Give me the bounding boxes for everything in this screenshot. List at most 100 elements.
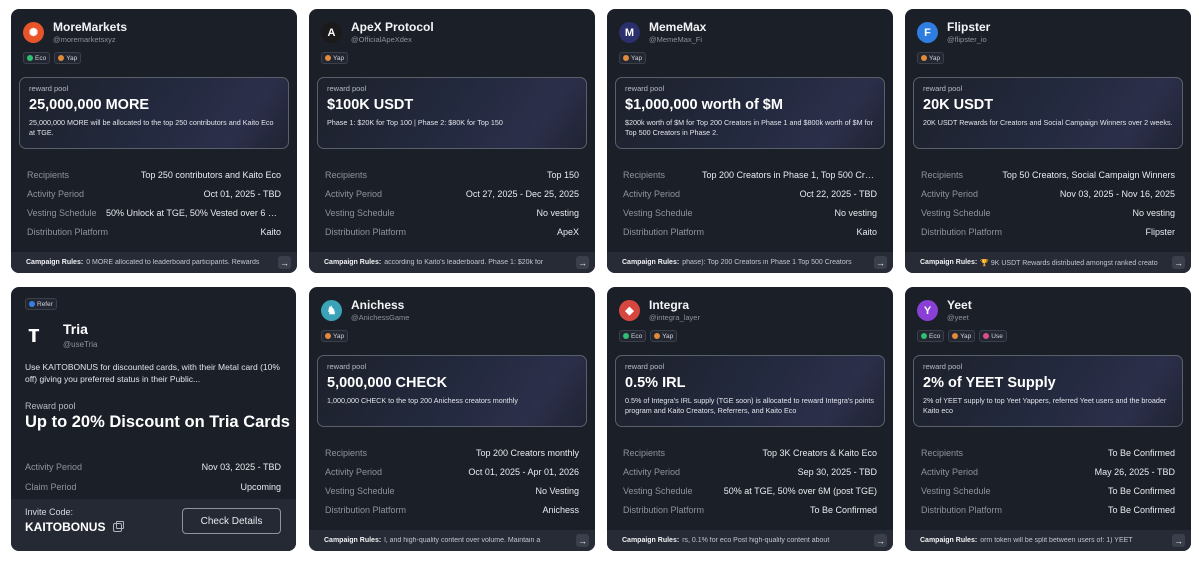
campaign-card[interactable]: F Flipster @flipster_io Yap reward pool 20K U… bbox=[905, 9, 1191, 273]
tag-yap: Yap bbox=[650, 330, 678, 342]
tag-label: Yap bbox=[333, 332, 345, 340]
distribution-platform-value: To Be Confirmed bbox=[1107, 504, 1175, 515]
details-list: Recipients Top 250 contributors and Kaito… bbox=[27, 165, 281, 241]
details-list: Recipients Top 3K Creators & Kaito Eco Act… bbox=[623, 443, 877, 519]
reward-pool-label: reward pool bbox=[923, 84, 963, 93]
campaign-card[interactable]: A ApeX Protocol @OfficialApeXdex Yap reward … bbox=[309, 9, 595, 273]
vesting-schedule-value: 50% Unlock at TGE, 50% Vested over 6 mon… bbox=[106, 207, 281, 218]
invite-panel: Invite Code: KAITOBONUS Check Details bbox=[11, 499, 296, 551]
campaign-rules-label: Campaign Rules: bbox=[622, 259, 680, 266]
campaign-card[interactable]: ✺ MoreMarkets @moremarketsxyz Eco Yap reward … bbox=[11, 9, 297, 273]
tag-label: Yap bbox=[929, 54, 941, 62]
arrow-right-icon[interactable]: → bbox=[874, 256, 887, 269]
campaign-card[interactable]: Y Yeet @yeet Eco Yap Use reward pool 2% of YEET… bbox=[905, 287, 1191, 551]
project-logo-icon: ♞ bbox=[321, 300, 342, 321]
campaign-rules-bar[interactable]: Campaign Rules: according to Kaito's lead… bbox=[309, 252, 595, 273]
refer-tag: Refer bbox=[25, 298, 57, 310]
project-logo-icon: Y bbox=[917, 300, 938, 321]
campaign-card[interactable]: ♞ Anichess @AnichessGame Yap reward pool 5,00… bbox=[309, 287, 595, 551]
vesting-schedule-row: Vesting Schedule 50% Unlock at TGE, 50% V… bbox=[27, 203, 281, 222]
project-name: Yeet bbox=[947, 298, 972, 312]
activity-period-row: Activity Period Oct 27, 2025 - Dec 25, 20… bbox=[325, 184, 579, 203]
reward-pool-description: 25,000,000 MORE will be allocated to the… bbox=[29, 118, 274, 137]
reward-pool-box: reward pool 2% of YEET Supply 2% of YEET s… bbox=[913, 355, 1183, 427]
distribution-platform-value: Kaito bbox=[856, 226, 877, 237]
recipients-value: Top 250 contributors and Kaito Eco bbox=[140, 169, 281, 180]
campaign-card[interactable]: M MemeMax @MemeMax_Fi Yap reward pool $1,000,… bbox=[607, 9, 893, 273]
project-name: Anichess bbox=[351, 298, 405, 312]
tag-label: Eco bbox=[631, 332, 643, 340]
tag-dot-icon bbox=[654, 333, 661, 339]
reward-pool-box: reward pool $100K USDT Phase 1: $20K for T… bbox=[317, 77, 587, 149]
distribution-platform-label: Distribution Platform bbox=[325, 226, 407, 237]
campaign-rules-text: l, and high-quality content over volume.… bbox=[384, 537, 541, 544]
campaign-rules-bar[interactable]: Campaign Rules: rs, 0.1% for eco Post hig… bbox=[607, 530, 893, 551]
reward-pool-description: 20K USDT Rewards for Creators and Social… bbox=[923, 118, 1173, 127]
tag-use: Use bbox=[979, 330, 1007, 342]
recipients-row: Recipients Top 250 contributors and Kaito… bbox=[27, 165, 281, 184]
vesting-schedule-value: No vesting bbox=[1132, 207, 1175, 218]
arrow-right-icon[interactable]: → bbox=[1172, 534, 1185, 547]
campaign-rules-label: Campaign Rules: bbox=[622, 537, 680, 544]
reward-pool-description: 1,000,000 CHECK to the top 200 Anichess … bbox=[327, 396, 518, 405]
reward-pool-box: reward pool 25,000,000 MORE 25,000,000 MOR… bbox=[19, 77, 289, 149]
distribution-platform-label: Distribution Platform bbox=[27, 226, 109, 237]
vesting-schedule-label: Vesting Schedule bbox=[27, 207, 97, 218]
distribution-platform-label: Distribution Platform bbox=[921, 504, 1003, 515]
tag-yap: Yap bbox=[321, 52, 349, 64]
reward-pool-box: reward pool 0.5% IRL 0.5% of Integra's IRL… bbox=[615, 355, 885, 427]
tag-list: Yap bbox=[321, 330, 349, 342]
tag-list: Refer bbox=[25, 298, 57, 310]
tag-dot-icon bbox=[623, 55, 629, 61]
card-header: M MemeMax @MemeMax_Fi bbox=[619, 20, 706, 54]
tag-label: Yap bbox=[960, 332, 972, 340]
vesting-schedule-row: Vesting Schedule No vesting bbox=[623, 203, 877, 222]
distribution-platform-label: Distribution Platform bbox=[623, 226, 705, 237]
name-block: Anichess @AnichessGame bbox=[351, 298, 409, 323]
activity-period-row: Activity Period Oct 01, 2025 - Apr 01, 20… bbox=[325, 462, 579, 481]
vesting-schedule-label: Vesting Schedule bbox=[325, 207, 395, 218]
activity-period-value: Oct 22, 2025 - TBD bbox=[799, 188, 877, 199]
vesting-schedule-label: Vesting Schedule bbox=[921, 207, 991, 218]
name-block: ApeX Protocol @OfficialApeXdex bbox=[351, 20, 434, 45]
tag-dot-icon bbox=[325, 333, 331, 339]
project-handle: @MemeMax_Fi bbox=[649, 35, 703, 44]
activity-period-row: Activity Period Nov 03, 2025 - Nov 16, 20… bbox=[921, 184, 1175, 203]
recipients-label: Recipients bbox=[325, 447, 368, 458]
tag-eco: Eco bbox=[23, 52, 51, 64]
activity-period-label: Activity Period bbox=[25, 462, 83, 472]
recipients-row: Recipients Top 200 Creators monthly bbox=[325, 443, 579, 462]
campaign-rules-bar[interactable]: Campaign Rules: 🏆 9K USDT Rewards distrib… bbox=[905, 252, 1191, 273]
reward-pool-amount: 2% of YEET Supply bbox=[923, 375, 1056, 391]
tag-list: Eco Yap bbox=[23, 52, 82, 64]
campaign-rules-bar[interactable]: Campaign Rules: l, and high-quality conte… bbox=[309, 530, 595, 551]
project-logo-icon: M bbox=[619, 22, 640, 43]
reward-pool-box: reward pool 5,000,000 CHECK 1,000,000 CHEC… bbox=[317, 355, 587, 427]
reward-pool-amount: 5,000,000 CHECK bbox=[327, 375, 448, 391]
campaign-rules-bar[interactable]: Campaign Rules: 0 MORE allocated to leade… bbox=[11, 252, 297, 273]
arrow-right-icon[interactable]: → bbox=[576, 256, 589, 269]
project-handle: @flipster_io bbox=[947, 35, 987, 44]
activity-period-label: Activity Period bbox=[623, 466, 681, 477]
tria-card[interactable]: Refer ᴛ Tria @useTria Use KAITOBONUS for… bbox=[11, 287, 296, 551]
vesting-schedule-value: 50% at TGE, 50% over 6M (post TGE) bbox=[723, 485, 877, 496]
activity-period-value: Nov 03, 2025 - Nov 16, 2025 bbox=[1059, 188, 1175, 199]
tag-label: Yap bbox=[631, 54, 643, 62]
details-list: Activity Period Nov 03, 2025 - TBD Claim… bbox=[25, 457, 281, 497]
tag-dot-icon bbox=[952, 333, 959, 339]
copy-icon[interactable] bbox=[113, 520, 125, 532]
tag-dot-icon bbox=[921, 333, 927, 339]
arrow-right-icon[interactable]: → bbox=[874, 534, 887, 547]
campaign-rules-bar[interactable]: Campaign Rules: orm token will be split b… bbox=[905, 530, 1191, 551]
reward-pool-label: Reward pool bbox=[25, 401, 76, 411]
arrow-right-icon[interactable]: → bbox=[278, 256, 291, 269]
arrow-right-icon[interactable]: → bbox=[1172, 256, 1185, 269]
campaign-card[interactable]: ◆ Integra @integra_layer Eco Yap reward pool 0… bbox=[607, 287, 893, 551]
reward-pool-label: reward pool bbox=[923, 362, 963, 371]
arrow-right-icon[interactable]: → bbox=[576, 534, 589, 547]
details-list: Recipients Top 200 Creators monthly Activi… bbox=[325, 443, 579, 519]
name-block: MemeMax @MemeMax_Fi bbox=[649, 20, 706, 45]
campaign-rules-bar[interactable]: Campaign Rules: phase): Top 200 Creators … bbox=[607, 252, 893, 273]
check-details-button[interactable]: Check Details bbox=[182, 508, 281, 534]
activity-period-label: Activity Period bbox=[325, 188, 383, 199]
